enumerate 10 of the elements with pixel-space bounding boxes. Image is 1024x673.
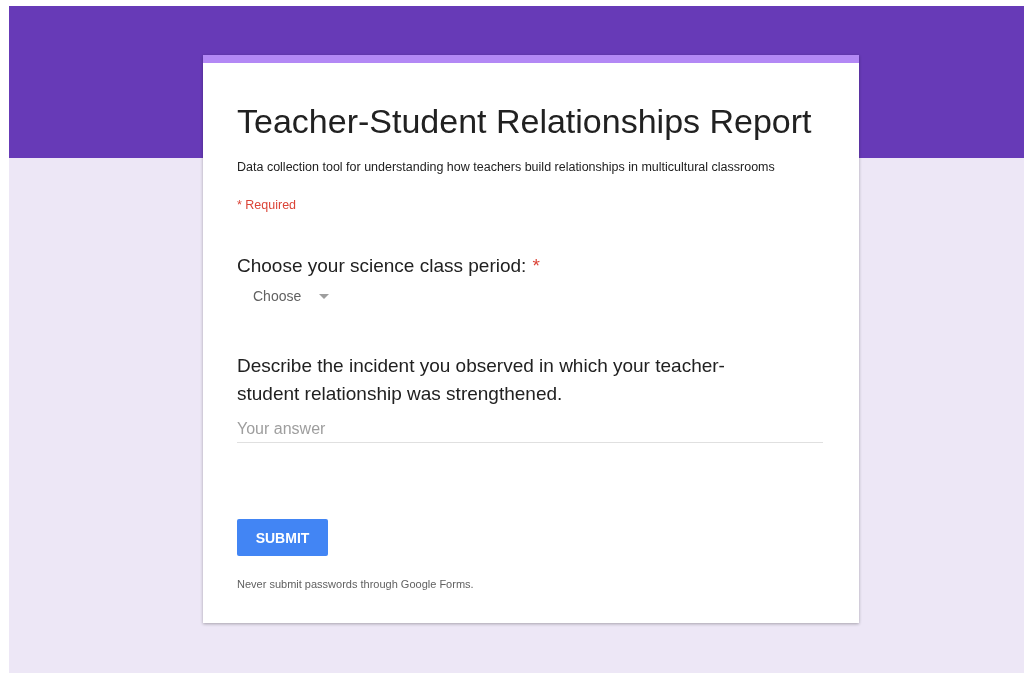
footer-note: Never submit passwords through Google Forms.: [237, 578, 475, 590]
submit-button[interactable]: SUBMIT: [237, 519, 328, 556]
form-title: Teacher-Student Relationships Report: [237, 101, 813, 142]
caret-icon: [319, 293, 330, 299]
form-description: Data collection tool for understanding how teachers build relationships in multicultural classrooms: [237, 160, 776, 174]
dropdown[interactable]: Choose: [237, 282, 330, 310]
question-label: Describe the incident you observed in which your teacher-student relationship was strengthened.: [237, 355, 725, 404]
required-asterisk: *: [532, 255, 540, 276]
required-note: * Required: [237, 198, 298, 212]
question-label: Choose your science class period:: [237, 255, 527, 276]
